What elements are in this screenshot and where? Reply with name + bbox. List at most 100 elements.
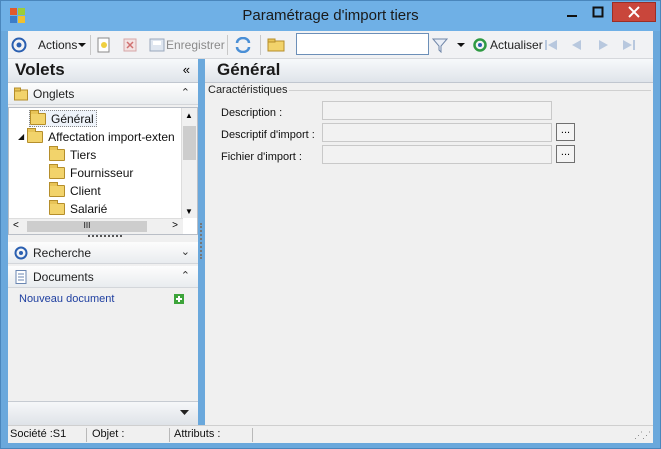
tree-item-label: Client (70, 183, 101, 198)
folder-icon (49, 181, 65, 197)
caracteristiques-title: Caractéristiques (208, 84, 288, 96)
tree-item-general[interactable]: Général (29, 109, 97, 127)
new-button[interactable] (96, 35, 112, 55)
next-icon (599, 40, 608, 50)
tree-item-label: Général (51, 111, 94, 126)
first-record-button[interactable] (543, 35, 559, 55)
general-panel: Général Caractéristiques Description : D… (205, 59, 653, 425)
filter-dropdown-button[interactable] (457, 35, 465, 55)
minimize-button[interactable] (559, 2, 585, 22)
folder-icon (27, 127, 44, 143)
group-divider (289, 90, 651, 91)
left-footer[interactable] (8, 401, 198, 425)
folder-button[interactable] (267, 35, 285, 55)
scroll-right-icon[interactable]: > (172, 220, 178, 231)
tree-item-label: Salarié (70, 201, 108, 216)
fichier-browse-button[interactable]: ... (556, 145, 575, 163)
tree-item-tiers[interactable]: Tiers (49, 145, 97, 163)
general-title: Général (217, 60, 281, 79)
resize-grip-icon[interactable]: ⋰⋰ (634, 430, 651, 441)
chevron-down-icon[interactable]: ⌄ (181, 245, 190, 258)
fichier-import-label: Fichier d'import : (221, 151, 302, 163)
actualiser-label: Actualiser (490, 38, 543, 52)
scroll-thumb[interactable]: III (27, 221, 147, 232)
folder-icon (49, 145, 65, 161)
dropdown-arrow-icon (78, 43, 87, 47)
scroll-down-icon[interactable]: ▼ (185, 207, 193, 216)
recherche-header[interactable]: Recherche ⌄ (8, 242, 198, 264)
save-icon (149, 38, 165, 52)
app-window: Paramétrage d'import tiers Actions Enreg… (0, 0, 661, 449)
collapse-left-icon[interactable]: « (183, 62, 190, 77)
objet-status: Objet : (90, 428, 170, 442)
filter-icon (432, 38, 448, 53)
recherche-label: Recherche (33, 246, 92, 260)
folder-icon (14, 87, 28, 101)
last-icon (623, 40, 635, 50)
scroll-left-icon[interactable]: < (13, 220, 19, 231)
folder-icon (49, 199, 65, 215)
enregistrer-label: Enregistrer (166, 38, 225, 52)
filter-button[interactable] (432, 35, 448, 55)
tree-horizontal-scrollbar[interactable]: < III > (9, 218, 183, 234)
splitter-grip[interactable] (200, 223, 202, 259)
resize-grip[interactable] (88, 235, 122, 238)
actualiser-button[interactable]: Actualiser (472, 35, 543, 55)
chevron-up-icon[interactable]: ⌃ (181, 269, 190, 282)
attributs-status: Attributs : (172, 428, 253, 442)
documents-label: Documents (33, 270, 94, 284)
documents-header[interactable]: Documents ⌃ (8, 266, 198, 288)
actions-label: Actions (38, 38, 78, 52)
first-icon (545, 40, 557, 50)
tree-item-client[interactable]: Client (49, 181, 101, 199)
scroll-thumb[interactable] (183, 126, 196, 160)
maximize-button[interactable] (585, 2, 611, 22)
descriptif-browse-button[interactable]: ... (556, 123, 575, 141)
delete-button[interactable] (123, 35, 137, 55)
close-icon (628, 6, 640, 18)
tree-item-label: Fournisseur (70, 165, 134, 180)
expand-icon[interactable]: ◢ (18, 132, 24, 141)
scroll-up-icon[interactable]: ▲ (185, 111, 193, 120)
minimize-icon (567, 15, 577, 17)
volets-panel: Volets « Onglets ⌃ Général ◢ Affectation… (8, 59, 198, 425)
last-record-button[interactable] (621, 35, 637, 55)
volets-title: Volets (15, 60, 65, 79)
next-record-button[interactable] (597, 35, 611, 55)
tree-item-label: Tiers (70, 147, 97, 162)
target-icon (14, 246, 28, 260)
toolbar: Actions Enregistrer Actualiser (8, 31, 653, 59)
document-icon (15, 270, 27, 284)
refresh-button[interactable] (234, 35, 252, 55)
tree-vertical-scrollbar[interactable]: ▲ ▼ (181, 108, 197, 218)
delete-icon (123, 38, 137, 52)
fichier-import-field[interactable] (322, 145, 552, 164)
target-icon (11, 37, 27, 53)
previous-record-button[interactable] (569, 35, 583, 55)
onglets-header[interactable]: Onglets ⌃ (8, 83, 198, 105)
description-label: Description : (221, 107, 283, 119)
general-header: Général (205, 59, 653, 83)
search-input[interactable] (296, 33, 429, 55)
add-icon[interactable] (174, 294, 184, 304)
close-button[interactable] (612, 2, 656, 22)
previous-icon (572, 40, 581, 50)
actualiser-icon (473, 38, 487, 52)
actions-menu-button[interactable]: Actions (38, 35, 87, 55)
nouveau-document-link[interactable]: Nouveau document (19, 293, 114, 305)
dropdown-arrow-icon (457, 43, 465, 47)
new-document-icon (97, 37, 110, 53)
tree-item-salarie[interactable]: Salarié (49, 199, 108, 217)
tree-item-affectation[interactable]: ◢ Affectation import-exten (18, 127, 175, 145)
maximize-icon (592, 6, 604, 18)
societe-status: Société :S1 (8, 428, 87, 442)
navigation-button[interactable] (11, 35, 27, 55)
title-bar[interactable]: Paramétrage d'import tiers (1, 1, 660, 31)
dropdown-arrow-icon[interactable] (180, 410, 189, 416)
tree-item-fournisseur[interactable]: Fournisseur (49, 163, 134, 181)
tree-item-label: Affectation import-exten (48, 129, 175, 144)
chevron-up-icon[interactable]: ⌃ (181, 86, 190, 99)
description-field[interactable] (322, 101, 552, 120)
descriptif-import-field[interactable] (322, 123, 552, 142)
enregistrer-button[interactable]: Enregistrer (149, 35, 225, 55)
